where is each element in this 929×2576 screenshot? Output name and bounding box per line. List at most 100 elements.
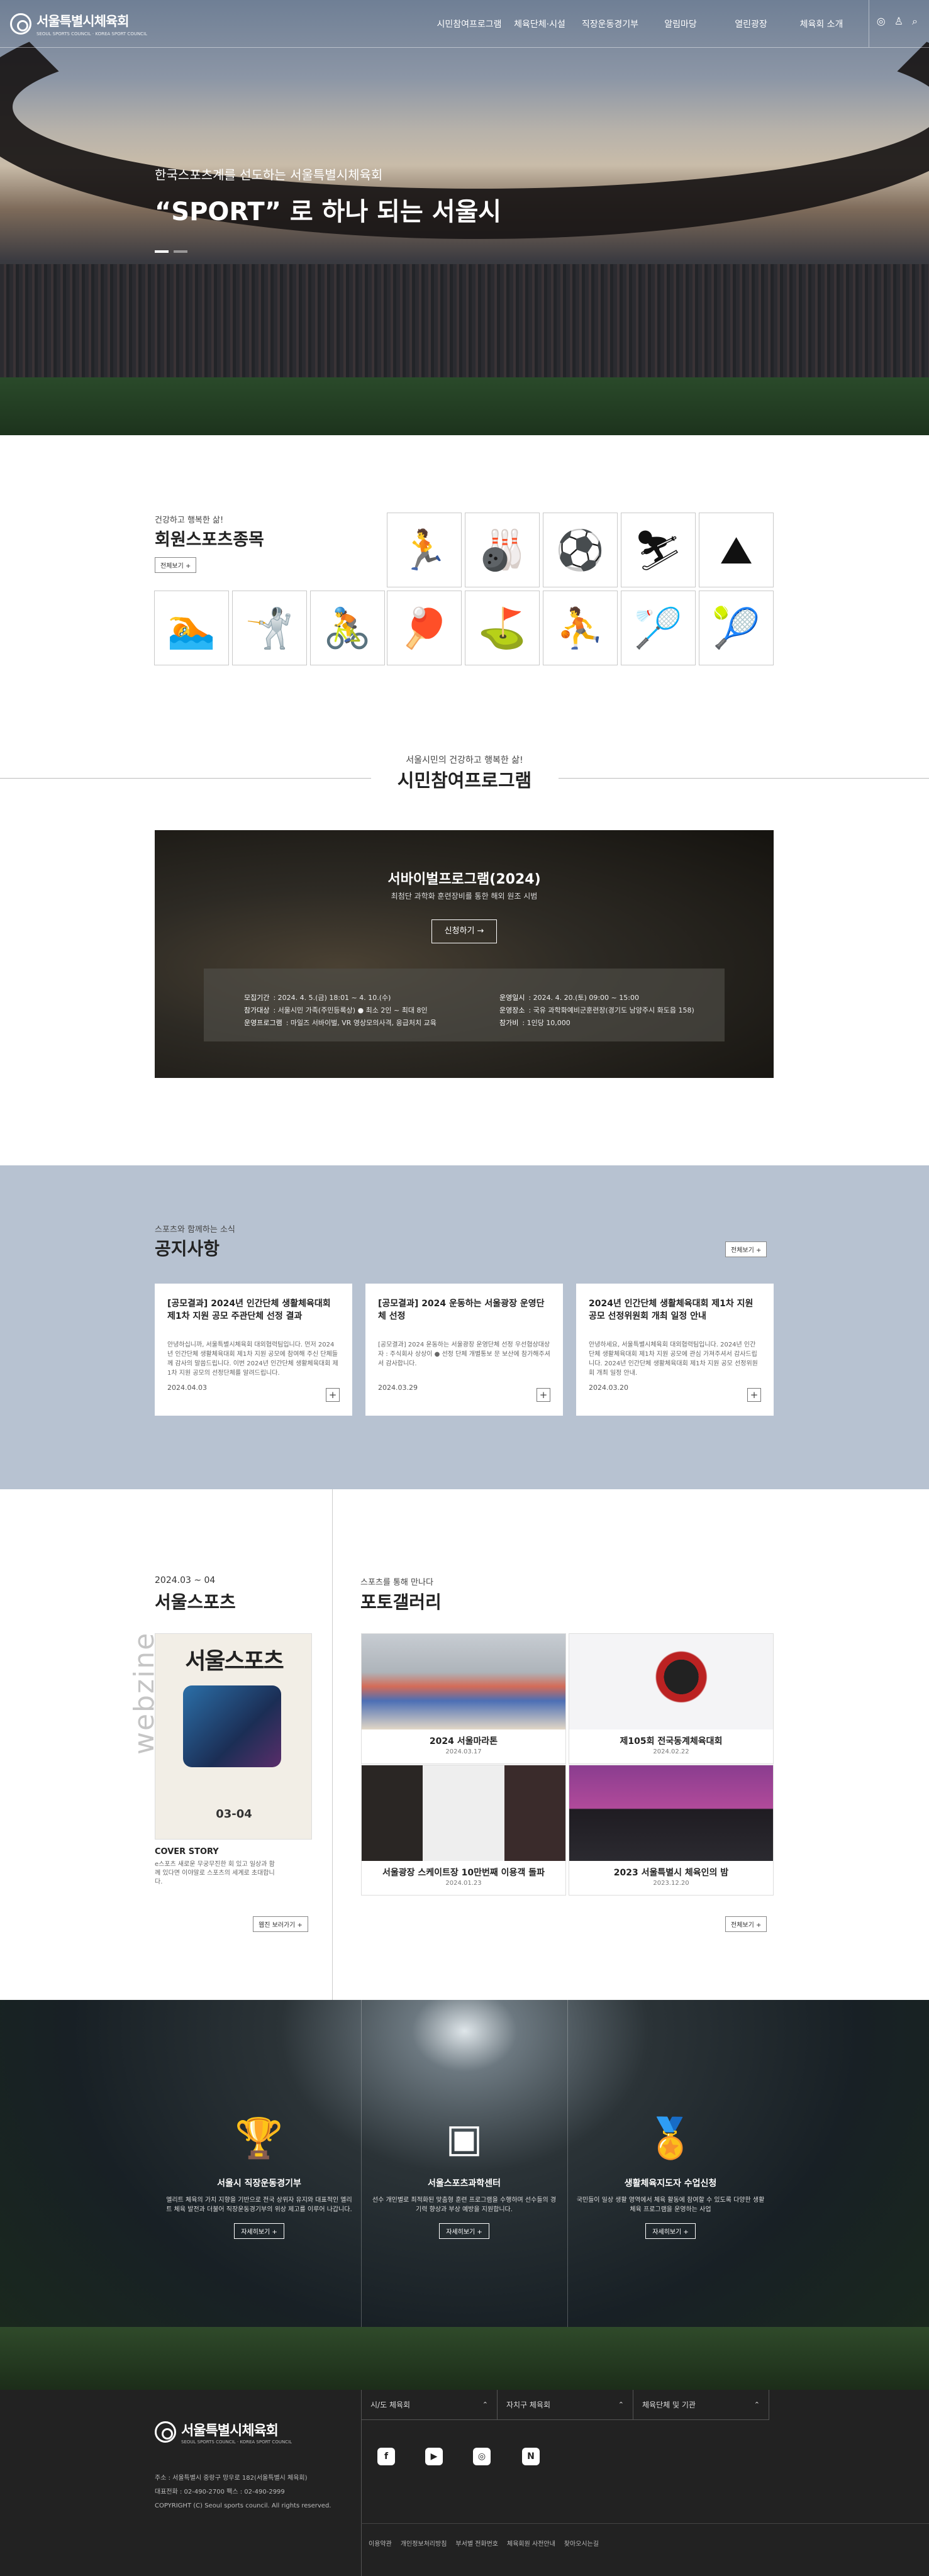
gateball-icon[interactable]: ⛳ — [465, 591, 540, 665]
stadium-field — [0, 377, 929, 435]
notice-card[interactable]: [공모결과] 2024 운동하는 서울광장 운영단체 선정 [공모결과] 202… — [365, 1284, 563, 1416]
program-card[interactable]: 서바이벌프로그램(2024) 최첨단 과학화 훈련장비를 통한 해외 원조 시범… — [155, 830, 774, 1078]
table-tennis-icon[interactable]: 🏓 — [387, 591, 462, 665]
service-more-button[interactable]: 자세히보기 + — [645, 2223, 696, 2239]
gallery-photo — [362, 1634, 565, 1729]
naver-blog-icon[interactable]: N — [522, 2448, 540, 2465]
notice-card-date: 2024.03.29 — [378, 1384, 418, 1392]
service-desc: 선수 개인별로 최적화된 맞춤형 훈련 프로그램을 수행하며 선수들의 경기력 … — [372, 2197, 557, 2213]
plus-icon[interactable]: + — [747, 1388, 761, 1402]
swimming-icon[interactable]: 🏊 — [154, 591, 229, 665]
main-nav: 시민참여프로그램 체육단체·시설 직장운동경기부 알림마당 열린광장 체육회 소… — [434, 18, 857, 30]
notice-card-title: 2024년 인간단체 생활체육대회 제1차 지원 공모 선정위원회 개최 일정 … — [589, 1299, 754, 1321]
notice-card-body: [공모결과] 2024 운동하는 서울광장 운영단체 선정 우선협상대상자 : … — [378, 1341, 550, 1367]
footer-links: 이용약관 개인정보처리방침 부서별 전화번호 체육회원 사전안내 찾아오시는길 — [369, 2538, 599, 2548]
select-city-council[interactable]: 시/도 체육회 ⌃ — [362, 2390, 498, 2420]
chevron-up-icon: ⌃ — [618, 2401, 624, 2409]
service-more-button[interactable]: 자세히보기 + — [439, 2223, 489, 2239]
gallery-caption: 2023 서울특별시 체육인의 밤 — [613, 1868, 729, 1878]
logo-icon — [10, 13, 31, 35]
notice-sub: 스포츠와 함께하는 소식 — [155, 1225, 235, 1235]
service-more-button[interactable]: 자세히보기 + — [234, 2223, 284, 2239]
fencing-icon[interactable]: 🤺 — [232, 591, 307, 665]
cover-story-desc: e스포츠 새로운 무궁무진한 회 있고 일상과 함께 있다면 이야말로 스포츠의… — [155, 1861, 275, 1885]
magazine-title: 서울스포츠 — [155, 1592, 236, 1613]
notice-card[interactable]: [공모결과] 2024년 인간단체 생활체육대회 제1차 지원 공모 주관단체 … — [155, 1284, 352, 1416]
notice-more-button[interactable]: 전체보기 + — [725, 1241, 767, 1257]
service-science: ▣ 서울스포츠과학센터 선수 개인별로 최적화된 맞춤형 훈련 프로그램을 수행… — [370, 2116, 559, 2239]
nav-item-facilities[interactable]: 체육단체·시설 — [504, 18, 575, 30]
skiing-icon[interactable]: ⛷ — [621, 513, 696, 587]
climbing-icon[interactable]: ⛰ — [699, 513, 774, 587]
notice-card-body: 안녕하세요, 서울특별시체육회 대외협력팀입니다. 2024년 인간단체 생활체… — [589, 1341, 758, 1377]
gallery-caption: 서울광장 스케이트장 10만번째 이용객 돌파 — [382, 1868, 545, 1878]
gallery-date: 2024.03.17 — [445, 1748, 482, 1755]
service-desc: 엘리트 체육의 가치 지향을 기반으로 전국 상위자 유지와 대표적인 엘리트 … — [166, 2197, 352, 2213]
gallery-date: 2023.12.20 — [653, 1880, 689, 1887]
nav-item-programs[interactable]: 시민참여프로그램 — [434, 18, 504, 30]
footer-link[interactable]: 찾아오시는길 — [564, 2538, 599, 2548]
cover-image — [183, 1685, 281, 1767]
sports-more-button[interactable]: 전체보기 + — [155, 557, 197, 573]
info-row: 운영프로그램: 마일즈 서바이벌, VR 영상모의사격, 응급처치 교육 — [244, 1019, 437, 1027]
medal-icon: 🏅 — [646, 2115, 695, 2161]
gallery-photo — [362, 1765, 565, 1861]
gallery-more-button[interactable]: 전체보기 + — [725, 1916, 767, 1932]
sports-grid: 🏃 🎳 ⚽ ⛷ ⛰ 🏊 🤺 🚴 🏓 ⛳ ⛹ 🏸 🎾 — [154, 513, 774, 667]
nav-item-forum[interactable]: 열린광장 — [716, 18, 786, 30]
globe-icon[interactable]: ◎ — [877, 15, 886, 28]
badminton-icon[interactable]: 🏸 — [621, 591, 696, 665]
bowling-icon[interactable]: 🎳 — [465, 513, 540, 587]
youtube-icon[interactable]: ▶ — [425, 2448, 443, 2465]
gallery-date: 2024.01.23 — [445, 1880, 482, 1887]
gallery-item[interactable]: 2023 서울특별시 체육인의 밤 2023.12.20 — [569, 1765, 774, 1896]
select-organizations[interactable]: 체육단체 및 기관 ⌃ — [633, 2390, 769, 2420]
hero-headline: “SPORT” 로 하나 되는 서울시 — [155, 197, 502, 226]
info-row: 참가대상: 서울시민 가족(주민등록상) ● 최소 2인 ~ 최대 8인 — [244, 1006, 428, 1014]
footer-logo[interactable]: 서울특별시체육회 SEOUL SPORTS COUNCIL · KOREA SP… — [155, 2419, 292, 2445]
webzine-watermark: webzine — [128, 1631, 160, 1755]
facebook-icon[interactable]: f — [377, 2448, 395, 2465]
gallery-date: 2024.02.22 — [653, 1748, 689, 1755]
service-title: 생활체육지도자 수업신청 — [624, 2179, 717, 2189]
info-row: 운영장소: 국유 과학화예비군훈련장(경기도 남양주시 화도읍 158) — [499, 1006, 694, 1014]
hero-banner: 서울특별시체육회 SEOUL SPORTS COUNCIL · KOREA SP… — [0, 0, 929, 435]
plus-icon[interactable]: + — [326, 1388, 340, 1402]
running-icon[interactable]: 🏃 — [387, 513, 462, 587]
gallery-sub: 스포츠를 통해 만나다 — [360, 1578, 433, 1587]
cycling-icon[interactable]: 🚴 — [310, 591, 385, 665]
footer-info: 주소 : 서울특별시 중랑구 망우로 182(서울특별시 체육회) 대표전화 :… — [155, 2472, 331, 2513]
site-logo[interactable]: 서울특별시체육회 SEOUL SPORTS COUNCIL · KOREA SP… — [10, 11, 147, 36]
plus-icon[interactable]: + — [537, 1388, 550, 1402]
service-instructor: 🏅 생활체육지도자 수업신청 국민들이 일상 생활 영역에서 체육 활동에 참여… — [576, 2116, 765, 2239]
gallery-item[interactable]: 제105회 전국동계체육대회 2024.02.22 — [569, 1633, 774, 1764]
apply-button[interactable]: 신청하기 → — [431, 919, 497, 943]
footer-copyright: COPYRIGHT (C) Seoul sports council. All … — [155, 2502, 331, 2509]
select-district-council[interactable]: 자치구 체육회 ⌃ — [498, 2390, 633, 2420]
instagram-icon[interactable]: ◎ — [473, 2448, 491, 2465]
basketball-icon[interactable]: ⛹ — [543, 591, 618, 665]
chevron-up-icon: ⌃ — [482, 2401, 488, 2409]
gallery-item[interactable]: 서울광장 스케이트장 10만번째 이용객 돌파 2024.01.23 — [361, 1765, 566, 1896]
hero-dot[interactable] — [155, 250, 169, 253]
nav-item-teams[interactable]: 직장운동경기부 — [575, 18, 645, 30]
nav-item-about[interactable]: 체육회 소개 — [786, 18, 857, 30]
search-icon[interactable]: ⌕ — [912, 15, 918, 28]
footer-link[interactable]: 체육회원 사전안내 — [507, 2538, 555, 2548]
webzine-button[interactable]: 웹진 보러가기 + — [253, 1916, 308, 1932]
user-icon[interactable]: ♙ — [894, 15, 903, 28]
footer-link[interactable]: 개인정보처리방침 — [401, 2538, 447, 2548]
magazine-cover[interactable]: 서울스포츠 03-04 — [155, 1633, 312, 1840]
service-teams: 🏆 서울시 직장운동경기부 엘리트 체육의 가치 지향을 기반으로 전국 상위자… — [165, 2116, 353, 2239]
nav-item-notice[interactable]: 알림마당 — [645, 18, 716, 30]
notice-card[interactable]: 2024년 인간단체 생활체육대회 제1차 지원 공모 선정위원회 개최 일정 … — [576, 1284, 774, 1416]
gallery-item[interactable]: 2024 서울마라톤 2024.03.17 — [361, 1633, 566, 1764]
soccer-icon[interactable]: ⚽ — [543, 513, 618, 587]
hero-dot[interactable] — [174, 250, 187, 253]
footer-link[interactable]: 이용약관 — [369, 2538, 392, 2548]
hero-pagination[interactable] — [155, 250, 187, 253]
notice-card-date: 2024.03.20 — [589, 1384, 628, 1392]
footer-link[interactable]: 부서별 전화번호 — [455, 2538, 498, 2548]
tennis-icon[interactable]: 🎾 — [699, 591, 774, 665]
program-info: 모집기간: 2024. 4. 5.(금) 18:01 ~ 4. 10.(수) 참… — [204, 969, 725, 1041]
